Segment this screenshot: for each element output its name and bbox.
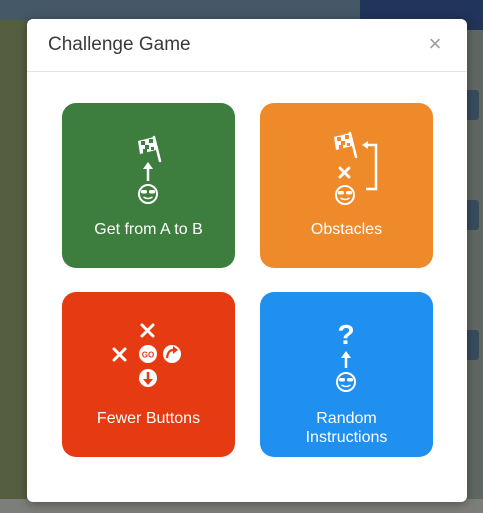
buttons-cross-icon: GO: [112, 323, 181, 387]
tile-random-instructions[interactable]: ? Random Instructions: [260, 292, 433, 457]
tile-label: Fewer Buttons: [96, 410, 201, 427]
tile-label: Obstacles: [310, 221, 383, 238]
tile-obstacles[interactable]: Obstacles: [260, 103, 433, 268]
tile-label: Get from A to B: [94, 221, 203, 238]
challenge-game-dialog: Challenge Game × Get from A to B Obstacl…: [27, 19, 467, 502]
close-icon[interactable]: ×: [425, 32, 445, 56]
tile-fewer-buttons[interactable]: GO Fewer Buttons: [62, 292, 235, 457]
flag-obstacle-face-icon: [334, 131, 378, 205]
svg-text:GO: GO: [142, 351, 154, 360]
dialog-title: Challenge Game: [48, 34, 191, 55]
dialog-header: Challenge Game ×: [27, 19, 467, 72]
tile-get-from-a-to-b[interactable]: Get from A to B: [62, 103, 235, 268]
tile-label: Random Instructions: [305, 410, 388, 446]
flag-arrow-face-icon: [138, 135, 162, 204]
svg-text:?: ?: [337, 319, 354, 350]
